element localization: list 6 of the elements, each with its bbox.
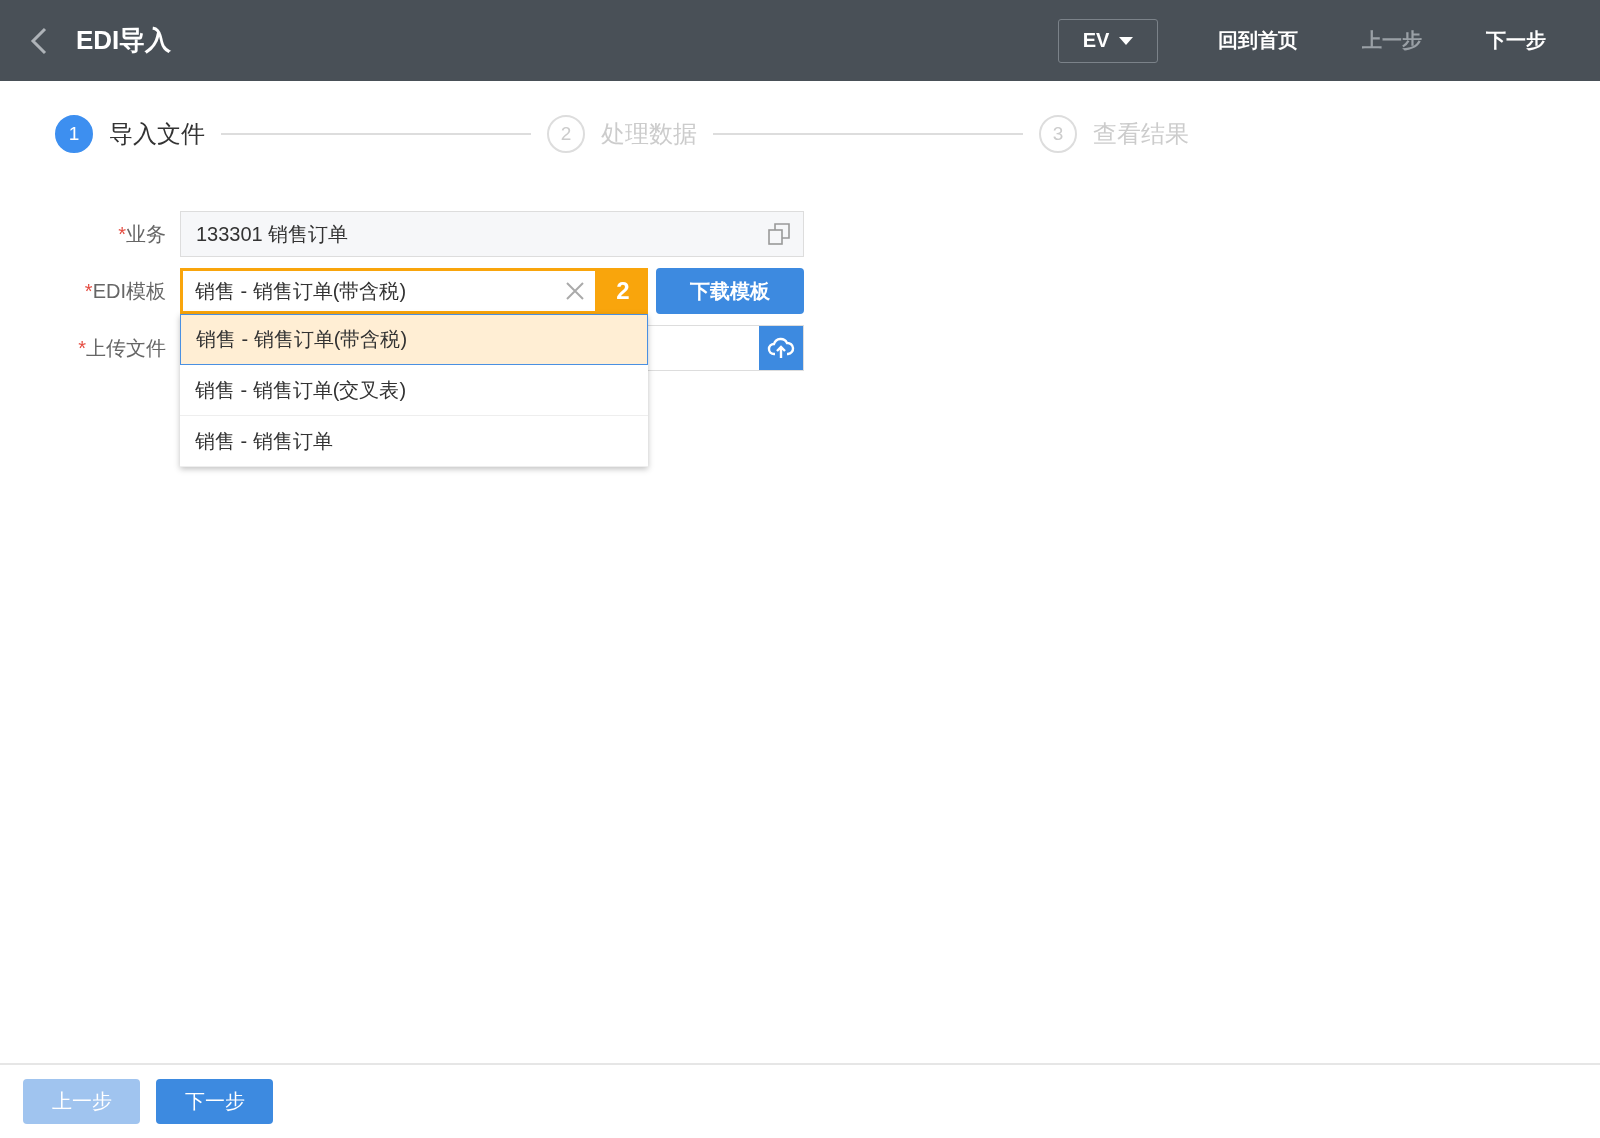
page-title: EDI导入 <box>76 24 173 57</box>
callout-badge: 2 <box>598 268 648 314</box>
step: 1 导入文件 <box>55 115 205 153</box>
field-label: *业务 <box>117 221 167 247</box>
field-label: *上传文件 <box>77 335 167 361</box>
field-label: *EDI模板 <box>83 278 167 304</box>
